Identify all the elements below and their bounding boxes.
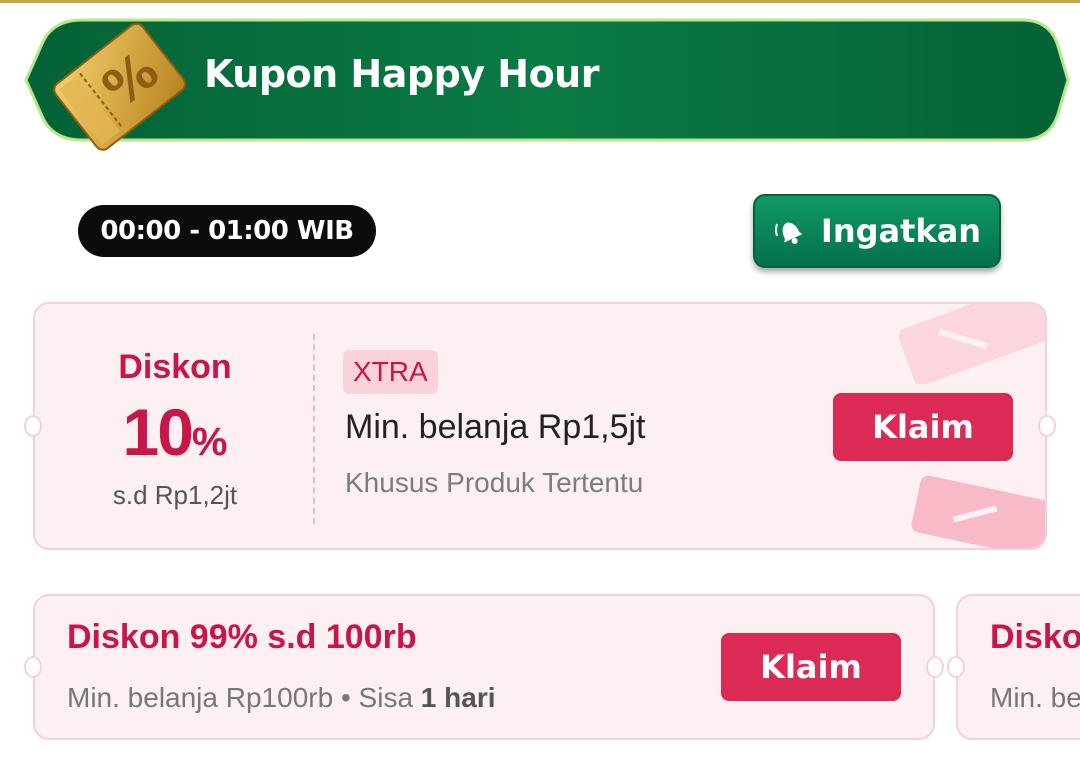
- xtra-tag: XTRA: [343, 350, 438, 394]
- coupon-card-99: Diskon 99% s.d 100rb Min. belanja Rp100r…: [33, 594, 935, 740]
- claim-button[interactable]: Klaim: [721, 633, 901, 701]
- top-divider-line: [0, 0, 1080, 3]
- card-notch: [1038, 415, 1056, 437]
- coupon-title: Disko: [990, 618, 1080, 656]
- card-notch: [947, 656, 965, 678]
- remaining-value: 1 hari: [420, 682, 496, 713]
- card-notch: [24, 415, 42, 437]
- coupon-scope: Khusus Produk Tertentu: [345, 467, 644, 498]
- time-range-badge: 00:00 - 01:00 WIB: [78, 205, 376, 257]
- max-discount: s.d Rp1,2jt: [112, 480, 238, 510]
- remaining-prefix: Sisa: [358, 682, 414, 713]
- min-purchase: Min. belanja Rp100rb: [67, 682, 334, 713]
- coupon-subtitle: Min. belanja Rp100rb • Sisa 1 hari: [67, 682, 496, 714]
- dashed-divider: [313, 334, 315, 524]
- coupon-card-xtra: Diskon 10% s.d Rp1,2jt XTRA Min. belanja…: [33, 302, 1047, 550]
- card-notch: [926, 656, 944, 678]
- discount-unit: %: [191, 420, 228, 464]
- coupon-title: Diskon 99% s.d 100rb: [67, 618, 417, 656]
- claim-button[interactable]: Klaim: [833, 393, 1013, 461]
- discount-summary: Diskon 10% s.d Rp1,2jt: [35, 304, 315, 548]
- separator-dot: •: [340, 682, 351, 713]
- discount-label: Diskon: [118, 348, 232, 386]
- ticket-decoration-icon: [898, 304, 1045, 384]
- coupon-subtitle: Min. be: [990, 682, 1080, 713]
- happy-hour-banner: % Kupon Happy Hour: [22, 16, 1074, 151]
- remind-button-label: Ingatkan: [820, 212, 982, 250]
- percent-coupon-icon: %: [53, 22, 186, 151]
- coupon-card-partial[interactable]: Disko Min. be: [956, 594, 1080, 740]
- min-purchase: Min. belanja Rp1,5jt: [345, 408, 646, 446]
- discount-value: 10%: [35, 394, 315, 470]
- remind-button[interactable]: Ingatkan: [753, 194, 1001, 268]
- banner-title: Kupon Happy Hour: [204, 52, 599, 96]
- discount-number: 10: [122, 395, 194, 469]
- ticket-decoration-icon: [911, 475, 1045, 548]
- card-notch: [24, 656, 42, 678]
- bell-icon: [774, 222, 803, 244]
